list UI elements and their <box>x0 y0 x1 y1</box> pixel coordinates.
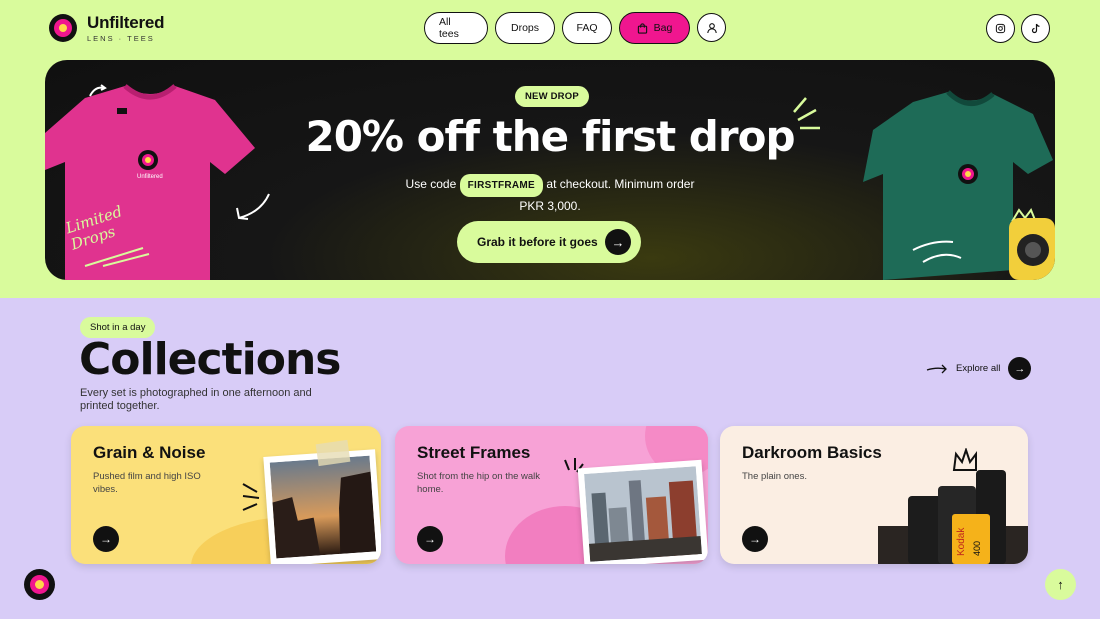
photo-city-skyline <box>577 459 708 564</box>
collection-card-street-frames[interactable]: Street Frames Shot from the hip on the w… <box>395 426 708 564</box>
green-tshirt-image <box>863 90 1055 280</box>
bag-label: Bag <box>653 22 673 34</box>
floating-brand-button[interactable] <box>24 569 55 600</box>
arrow-doodle-icon <box>236 193 270 220</box>
bag-icon <box>637 22 647 34</box>
nav-drops[interactable]: Drops <box>495 12 555 44</box>
burst-doodle-icon <box>793 97 820 130</box>
tiktok-icon <box>1031 23 1040 34</box>
card-title: Grain & Noise <box>93 443 206 462</box>
underline-doodle-icon <box>84 247 150 267</box>
tiktok-button[interactable] <box>1021 14 1050 43</box>
card-title: Street Frames <box>417 443 531 462</box>
arrow-right-icon: → <box>605 229 631 255</box>
cta-label: Grab it before it goes <box>477 235 598 249</box>
nav-all-tees[interactable]: All tees <box>424 12 488 44</box>
social-links <box>986 14 1015 43</box>
film-canisters-image: Kodak 400 <box>878 470 1028 564</box>
collection-card-darkroom-basics[interactable]: Darkroom Basics The plain ones. → Kodak … <box>720 426 1028 564</box>
burst-doodle-icon <box>242 483 260 511</box>
social-links-2 <box>1021 14 1050 43</box>
hero-sub-before: Use code <box>405 177 457 191</box>
arrow-right-icon: → <box>1008 357 1032 380</box>
arrow-right-icon: → <box>417 526 443 552</box>
lens-logo-icon <box>49 14 77 43</box>
hero-sub-after: at checkout. Minimum order PKR 3,000. <box>519 177 695 213</box>
user-icon <box>706 22 717 33</box>
section-description: Every set is photographed in one afterno… <box>80 387 312 412</box>
brand-tagline: LENS · TEES <box>87 34 155 43</box>
arrow-up-icon: ↑ <box>1057 577 1064 592</box>
explore-all-link[interactable]: Explore all → <box>926 357 1032 380</box>
scroll-to-top-button[interactable]: ↑ <box>1045 569 1076 600</box>
arrow-right-icon: → <box>742 526 768 552</box>
nav-faq[interactable]: FAQ <box>562 12 612 44</box>
instagram-icon <box>995 23 1006 34</box>
card-description: Shot from the hip on the walk home. <box>417 471 541 495</box>
sparkle-doodle-icon <box>89 84 107 97</box>
main-nav: All tees Drops FAQ Bag <box>424 12 726 44</box>
brand-name: Unfiltered <box>87 13 165 32</box>
account-button[interactable] <box>697 13 726 42</box>
hero-subtext: Use code FIRSTFRAME at checkout. Minimum… <box>400 174 700 216</box>
collection-card-grain-noise[interactable]: Grain & Noise Pushed film and high ISO v… <box>71 426 381 564</box>
card-description: Pushed film and high ISO vibes. <box>93 471 201 495</box>
hero-banner: Unfiltered Limited Drops NEW DROP 20% of… <box>45 60 1055 280</box>
arrow-right-icon: → <box>93 526 119 552</box>
svg-text:Kodak: Kodak <box>956 527 967 556</box>
svg-text:400: 400 <box>972 541 982 556</box>
brand-logo[interactable]: Unfiltered LENS · TEES <box>49 13 165 43</box>
tape-decoration <box>315 439 351 467</box>
grab-it-button[interactable]: Grab it before it goes → <box>457 221 641 263</box>
explore-all-label: Explore all <box>956 363 1001 374</box>
card-description: The plain ones. <box>742 471 807 482</box>
instagram-button[interactable] <box>986 14 1015 43</box>
svg-text:Unfiltered: Unfiltered <box>137 174 163 180</box>
new-drop-badge: NEW DROP <box>515 86 589 107</box>
promo-code: FIRSTFRAME <box>459 174 544 197</box>
section-title: Collections <box>79 334 341 385</box>
long-arrow-icon <box>926 364 947 373</box>
photo-sunset-street <box>263 449 381 564</box>
card-title: Darkroom Basics <box>742 443 882 462</box>
bag-button[interactable]: Bag <box>619 12 690 44</box>
